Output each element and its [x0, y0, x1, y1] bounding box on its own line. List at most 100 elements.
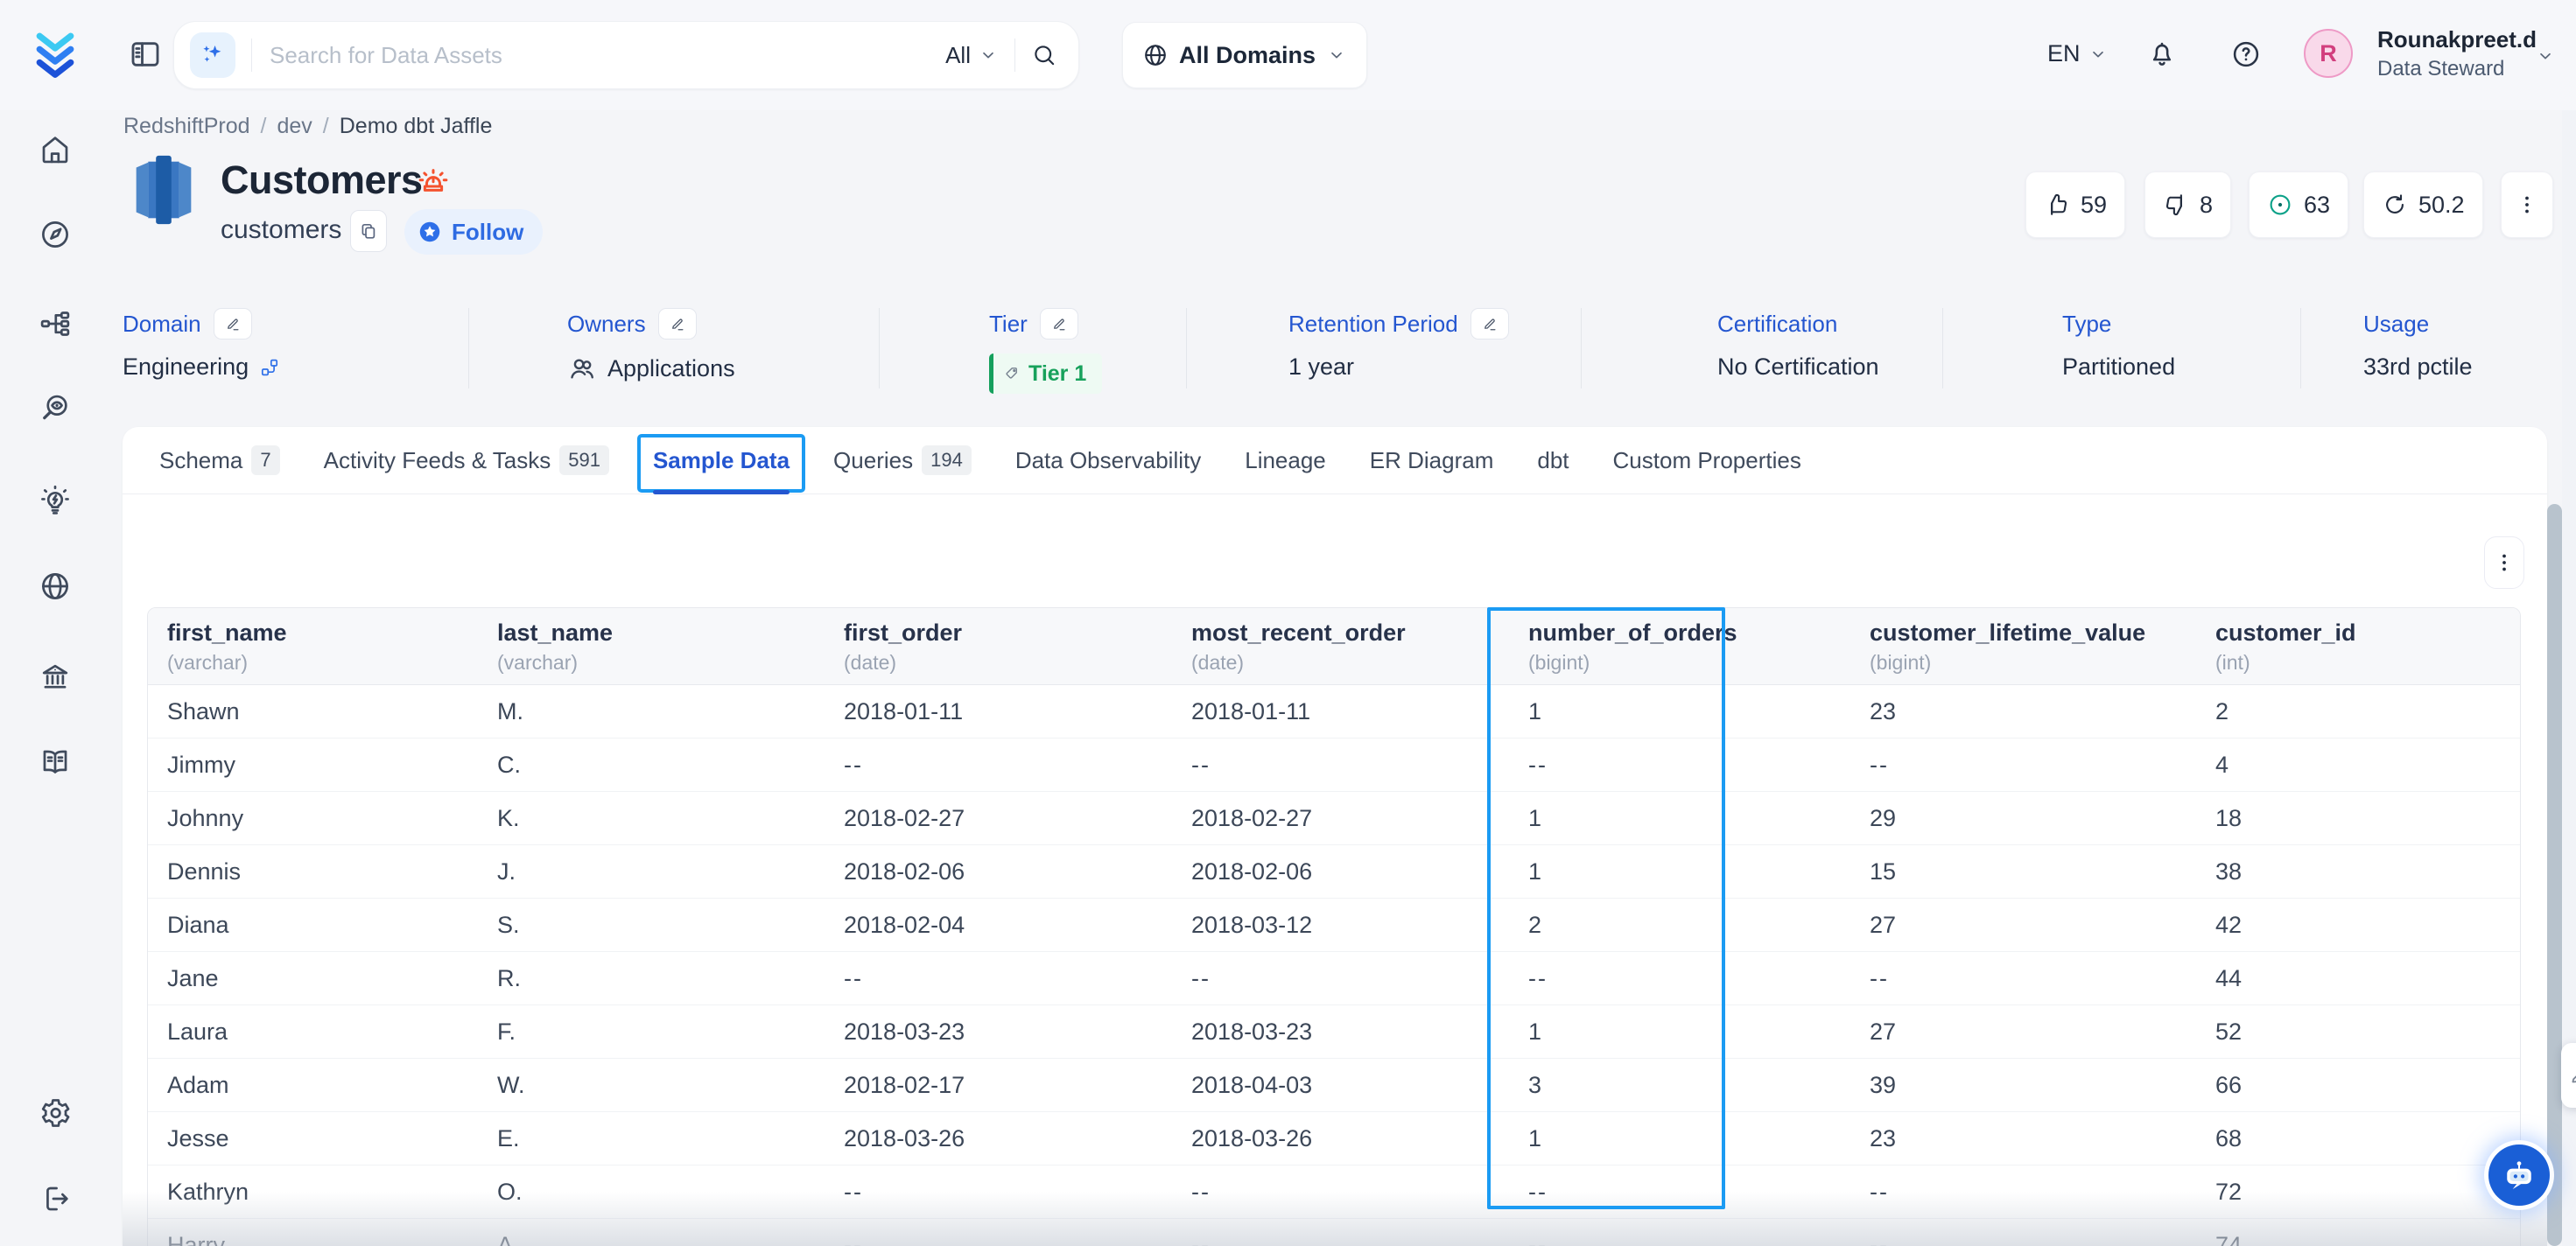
sidebar-item-observability[interactable] — [32, 386, 78, 431]
table-cell: W. — [478, 1059, 825, 1112]
search-scope-dropdown[interactable]: All — [945, 42, 999, 69]
table-row[interactable]: ShawnM.2018-01-112018-01-111232 — [148, 685, 2521, 738]
column-header-customer_lifetime_value[interactable]: customer_lifetime_value(bigint) — [1850, 608, 2196, 685]
sidebar-item-domains[interactable] — [32, 564, 78, 609]
metadata-label[interactable]: Certification — [1717, 311, 1837, 338]
metadata-label[interactable]: Type — [2062, 311, 2111, 338]
observability-icon — [39, 392, 72, 425]
sidebar-item-settings[interactable] — [32, 1090, 78, 1136]
sidebar-item-home[interactable] — [32, 127, 78, 172]
globe-icon — [1142, 42, 1169, 68]
tab-er-diagram[interactable]: ER Diagram — [1370, 427, 1494, 494]
tab-data-observability[interactable]: Data Observability — [1015, 427, 1201, 494]
column-header-first_order[interactable]: first_order(date) — [825, 608, 1172, 685]
breadcrumb-item[interactable]: RedshiftProd — [123, 114, 250, 139]
table-row[interactable]: JaneR.--------44 — [148, 952, 2521, 1005]
search-icon[interactable] — [1031, 42, 1057, 68]
tab-queries[interactable]: Queries194 — [833, 427, 972, 494]
follow-button[interactable]: Follow — [404, 209, 543, 255]
sidebar-item-lineage[interactable] — [32, 301, 78, 346]
alert-siren-icon[interactable] — [415, 163, 452, 200]
sidebar-item-insights[interactable] — [32, 478, 78, 523]
vertical-scrollbar[interactable] — [2547, 504, 2562, 1246]
edit-button[interactable] — [658, 308, 697, 340]
table-row[interactable]: JesseE.2018-03-262018-03-2612368 — [148, 1112, 2521, 1166]
tab-label: dbt — [1537, 447, 1569, 474]
table-row[interactable]: KathrynO.--------72 — [148, 1166, 2521, 1219]
kebab-icon — [2515, 192, 2539, 217]
copy-name-button[interactable] — [350, 210, 387, 252]
sidebar-item-explore[interactable] — [32, 212, 78, 257]
robot-icon — [2500, 1156, 2538, 1194]
table-row[interactable]: JohnnyK.2018-02-272018-02-2712918 — [148, 792, 2521, 845]
tag-icon — [1004, 365, 1021, 382]
asset-more-actions-button[interactable] — [2501, 172, 2553, 238]
tab-schema[interactable]: Schema7 — [159, 427, 280, 494]
chatbot-button[interactable] — [2488, 1144, 2550, 1206]
metadata-label[interactable]: Tier — [989, 311, 1028, 338]
table-row[interactable]: LauraF.2018-03-232018-03-2312752 — [148, 1005, 2521, 1059]
table-row[interactable]: AdamW.2018-02-172018-04-0333966 — [148, 1059, 2521, 1112]
atlan-logo-icon[interactable] — [30, 29, 81, 81]
table-cell: -- — [825, 952, 1172, 1005]
column-header-customer_id[interactable]: customer_id(int) — [2196, 608, 2521, 685]
kebab-icon — [2492, 550, 2516, 575]
column-header-last_name[interactable]: last_name(varchar) — [478, 608, 825, 685]
table-more-actions-button[interactable] — [2484, 536, 2524, 589]
metadata-field-usage: Usage33rd pctile — [2363, 306, 2473, 397]
sidebar-item-glossary[interactable] — [32, 739, 78, 785]
tab-activity-feeds-tasks[interactable]: Activity Feeds & Tasks591 — [324, 427, 609, 494]
metadata-label[interactable]: Usage — [2363, 311, 2429, 338]
tier-badge[interactable]: Tier 1 — [989, 354, 1102, 394]
stat-thumbs-up-button[interactable]: 59 — [2025, 172, 2125, 238]
breadcrumb-item[interactable]: dev — [277, 114, 312, 139]
table-row[interactable]: DennisJ.2018-02-062018-02-0611538 — [148, 845, 2521, 899]
table-cell: 2018-03-12 — [1172, 899, 1509, 952]
governance-icon — [39, 660, 72, 693]
user-menu[interactable]: Rounakpreet.d Data Steward — [2377, 26, 2537, 82]
all-domains-dropdown[interactable]: All Domains — [1122, 22, 1367, 88]
table-cell: Laura — [148, 1005, 478, 1059]
edit-button[interactable] — [1040, 308, 1078, 340]
table-cell: 2 — [1509, 899, 1850, 952]
tab-custom-properties[interactable]: Custom Properties — [1613, 427, 1801, 494]
search-scope-label: All — [945, 42, 971, 69]
search-input[interactable] — [268, 41, 945, 70]
tab-dbt[interactable]: dbt — [1537, 427, 1569, 494]
stat-thumbs-down-button[interactable]: 8 — [2144, 172, 2231, 238]
metadata-label[interactable]: Owners — [567, 311, 646, 338]
breadcrumb-item[interactable]: Demo dbt Jaffle — [340, 114, 493, 139]
edit-button[interactable] — [214, 308, 252, 340]
metadata-label[interactable]: Domain — [123, 311, 201, 338]
language-dropdown[interactable]: EN — [2047, 40, 2109, 67]
tab-label: Data Observability — [1015, 447, 1201, 474]
help-icon[interactable] — [2230, 38, 2262, 70]
ai-sparkles-icon[interactable] — [190, 32, 235, 78]
tab-sample-data[interactable]: Sample Data — [653, 427, 790, 494]
sidebar-toggle-icon[interactable] — [128, 37, 165, 74]
tab-lineage[interactable]: Lineage — [1245, 427, 1326, 494]
column-header-number_of_orders[interactable]: number_of_orders(bigint) — [1509, 608, 1850, 685]
user-menu-chevron-icon[interactable] — [2535, 46, 2556, 66]
metadata-field-type: TypePartitioned — [2062, 306, 2175, 397]
sidebar-item-logout[interactable] — [32, 1176, 78, 1222]
globe-icon — [1142, 42, 1169, 68]
stat-refresh-button[interactable]: 50.2 — [2363, 172, 2483, 238]
table-cell: 2018-03-26 — [825, 1112, 1172, 1166]
table-cell: Harry — [148, 1219, 478, 1246]
edit-button[interactable] — [1470, 308, 1509, 340]
column-header-most_recent_order[interactable]: most_recent_order(date) — [1172, 608, 1509, 685]
table-row[interactable]: DianaS.2018-02-042018-03-1222742 — [148, 899, 2521, 952]
avatar[interactable]: R — [2304, 29, 2353, 78]
sidebar-item-governance[interactable] — [32, 654, 78, 699]
table-row[interactable]: HarryA.--------74 — [148, 1219, 2521, 1246]
table-row[interactable]: JimmyC.--------4 — [148, 738, 2521, 792]
sparkles-icon — [198, 40, 228, 70]
metadata-label[interactable]: Retention Period — [1288, 311, 1458, 338]
stat-circle-dot-button[interactable]: 63 — [2249, 172, 2348, 238]
floating-edit-handle[interactable] — [2561, 1043, 2576, 1108]
metadata-field-owners: OwnersApplications — [567, 306, 735, 397]
table-cell: 38 — [2196, 845, 2521, 899]
column-header-first_name[interactable]: first_name(varchar) — [148, 608, 478, 685]
notifications-bell-icon[interactable] — [2146, 38, 2178, 70]
